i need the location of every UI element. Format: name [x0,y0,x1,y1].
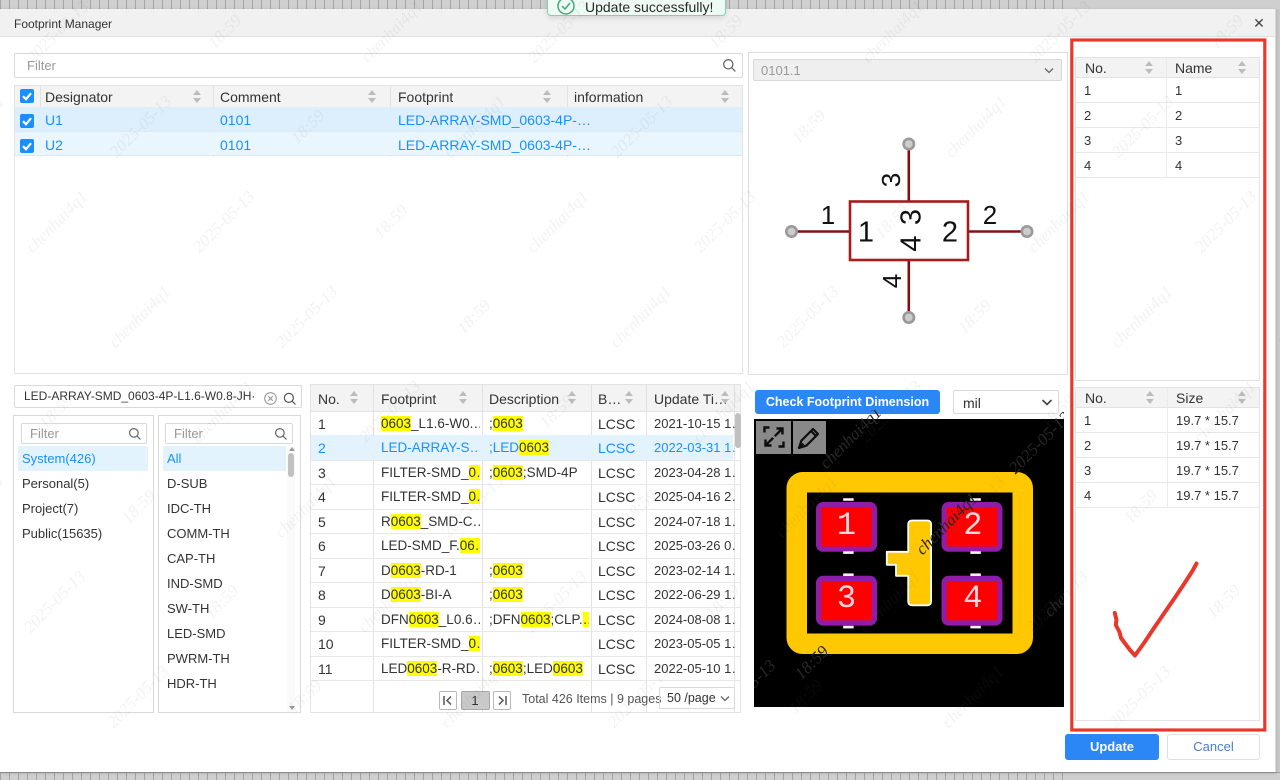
svg-text:3: 3 [876,173,906,187]
svg-text:3: 3 [837,580,856,617]
svg-text:1: 1 [821,200,835,230]
svg-text:1: 1 [858,217,874,249]
svg-text:1: 1 [837,507,856,544]
svg-text:2: 2 [983,200,997,230]
svg-text:4: 4 [877,274,907,288]
svg-text:4: 4 [896,235,928,251]
svg-text:3: 3 [896,209,928,225]
svg-text:4: 4 [963,580,982,617]
svg-text:2: 2 [963,507,982,544]
svg-text:2: 2 [942,217,958,249]
